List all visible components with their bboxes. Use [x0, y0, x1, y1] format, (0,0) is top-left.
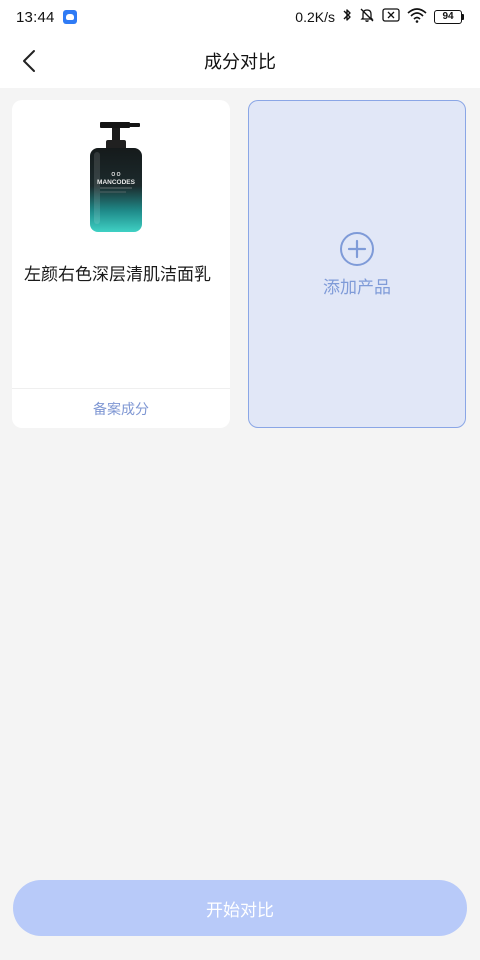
title-bar: 成分对比	[0, 34, 480, 88]
network-speed: 0.2K/s	[295, 9, 335, 25]
battery-icon: 94	[434, 10, 464, 24]
add-product-label: 添加产品	[323, 277, 391, 298]
start-compare-button[interactable]: 开始对比	[13, 880, 467, 936]
bluetooth-icon	[342, 7, 352, 27]
mute-bell-icon	[359, 7, 375, 27]
page-title: 成分对比	[204, 52, 276, 73]
filed-ingredients-link[interactable]: 备案成分	[12, 389, 230, 428]
product-brand-text: MANCODES	[97, 179, 136, 186]
cloud-app-icon	[62, 10, 77, 24]
battery-tip	[462, 14, 464, 20]
product-image: O O MANCODES	[90, 122, 142, 232]
chevron-left-icon	[23, 50, 35, 72]
plus-circle-icon	[340, 231, 374, 266]
back-button[interactable]	[12, 44, 46, 78]
svg-text:O O: O O	[111, 172, 120, 178]
add-product-card[interactable]: 添加产品	[248, 100, 466, 428]
product-card[interactable]: O O MANCODES 左颜右色深层清肌洁面乳 备案成分	[12, 100, 230, 428]
no-sim-icon	[382, 8, 400, 26]
product-name: 左颜右色深层清肌洁面乳	[24, 265, 211, 285]
status-right: 0.2K/s 94	[295, 7, 464, 27]
status-bar: 13:44 0.2K/s 94	[0, 0, 480, 34]
status-left: 13:44	[16, 9, 77, 26]
screen: 13:44 0.2K/s 94 成分对比 O O MANCODES 左颜右色深层…	[0, 0, 480, 960]
status-time: 13:44	[16, 8, 55, 26]
battery-level: 94	[434, 10, 462, 24]
wifi-icon	[407, 7, 427, 27]
